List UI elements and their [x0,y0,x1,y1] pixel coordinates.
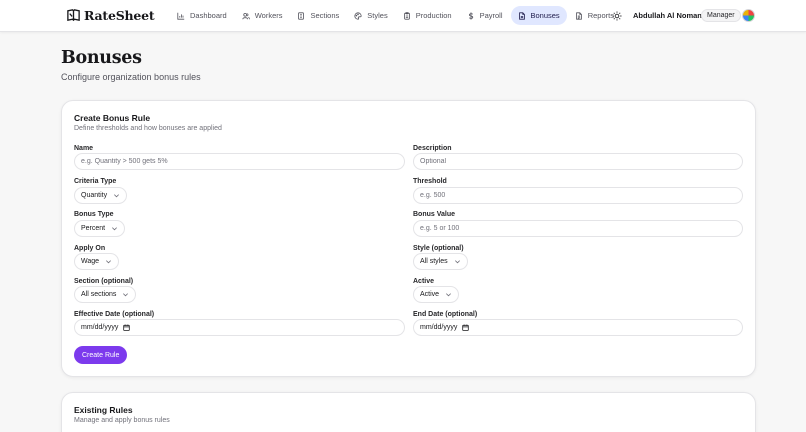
nav-label: Bonuses [530,11,560,20]
effective-date-input[interactable]: mm/dd/yyyy [74,319,405,336]
card-description: Manage and apply bonus rules [74,417,170,424]
nav-label: Dashboard [190,11,227,20]
page-title: Bonuses [61,48,142,68]
user-name: Abdullah Al Noman [633,11,702,20]
calendar-icon[interactable] [462,324,470,331]
end-date-input[interactable]: mm/dd/yyyy [413,319,743,336]
main-nav: Dashboard Workers Sections Styles Produc… [170,6,621,25]
nav-label: Styles [367,11,388,20]
calendar-icon[interactable] [123,324,131,331]
building-icon [298,11,305,20]
description-label: Description [413,145,452,152]
nav-item-workers[interactable]: Workers [235,6,290,25]
style-select[interactable]: All styles [413,253,468,270]
nav-label: Payroll [479,11,503,20]
nav-item-production[interactable]: Production [396,6,459,25]
book-logo-icon [67,9,80,22]
avatar[interactable] [742,9,755,22]
end-date-label: End Date (optional) [413,311,478,318]
card-title: Existing Rules [74,405,133,415]
dollar-icon [468,11,473,20]
style-label: Style (optional) [413,245,464,252]
description-input[interactable] [413,153,743,170]
active-label: Active [413,278,435,285]
create-rule-button[interactable]: Create Rule [74,346,128,364]
effective-date-value: mm/dd/yyyy [81,324,119,331]
name-input[interactable] [74,153,405,170]
threshold-label: Threshold [413,178,447,185]
nav-item-bonuses[interactable]: Bonuses [510,6,567,25]
existing-rules-card: Existing Rules Manage and apply bonus ru… [61,392,756,432]
bonus-type-value: Percent [81,225,106,232]
apply-on-select[interactable]: Wage [74,253,120,270]
chevron-down-icon [112,227,118,231]
nav-item-styles[interactable]: Styles [347,6,394,25]
nav-label: Reports [587,11,614,20]
palette-icon [354,11,362,20]
card-description: Define thresholds and how bonuses are ap… [74,125,222,132]
create-bonus-rule-card: Create Bonus Rule Define thresholds and … [61,100,756,377]
nav-item-payroll[interactable]: Payroll [460,6,510,25]
nav-item-sections[interactable]: Sections [290,6,346,25]
active-select[interactable]: Active [413,286,460,303]
style-value: All styles [420,258,448,265]
end-date-value: mm/dd/yyyy [420,324,458,331]
threshold-input[interactable] [413,187,743,204]
chevron-down-icon [114,194,120,198]
apply-on-label: Apply On [74,245,106,252]
criteria-type-value: Quantity [81,192,108,199]
apply-on-value: Wage [81,258,100,265]
role-badge: Manager [701,9,741,22]
file-text-icon [575,11,582,20]
chevron-down-icon [454,260,460,264]
effective-date-label: Effective Date (optional) [74,311,155,318]
nav-label: Production [415,11,452,20]
brand-logo[interactable]: RateSheet [66,8,155,23]
criteria-type-select[interactable]: Quantity [74,187,128,204]
section-value: All sections [81,291,117,298]
bonus-value-label: Bonus Value [413,211,456,218]
page-subtitle: Configure organization bonus rules [61,72,201,82]
app-name: RateSheet [84,8,155,23]
top-navbar: RateSheet Dashboard Workers Sections Sty… [0,0,806,32]
section-select[interactable]: All sections [74,286,137,303]
bonus-type-select[interactable]: Percent [74,220,126,237]
bonus-type-label: Bonus Type [74,211,114,218]
chevron-down-icon [446,293,452,297]
nav-item-dashboard[interactable]: Dashboard [170,6,234,25]
bar-chart-icon [177,12,185,20]
active-value: Active [420,291,440,298]
clipboard-icon [403,11,410,20]
nav-label: Sections [310,11,340,20]
file-icon [518,11,525,20]
chevron-down-icon [106,260,112,264]
card-title: Create Bonus Rule [74,113,151,123]
bonus-value-input[interactable] [413,220,743,237]
sun-icon[interactable] [612,11,622,21]
chevron-down-icon [123,293,129,297]
users-icon [242,12,250,19]
criteria-type-label: Criteria Type [74,178,117,185]
user-separator: · [693,11,696,18]
nav-label: Workers [254,11,283,20]
name-label: Name [74,145,94,152]
section-label: Section (optional) [74,278,134,285]
